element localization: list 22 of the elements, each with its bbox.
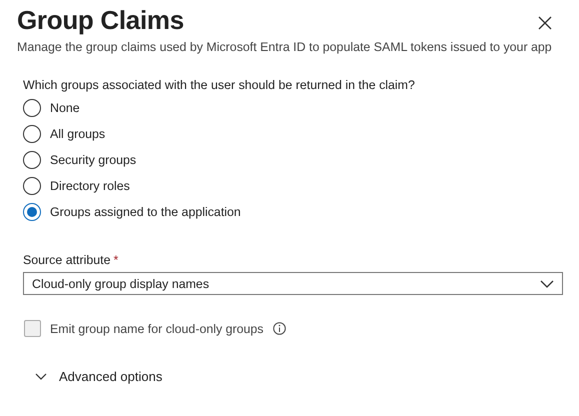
- panel-subtitle: Manage the group claims used by Microsoft Entra ID to populate SAML tokens issued to your app: [17, 40, 552, 54]
- advanced-options-toggle[interactable]: Advanced options: [35, 369, 562, 384]
- radio-button[interactable]: [23, 203, 41, 221]
- field-label: Source attribute: [23, 253, 110, 267]
- radio-label: All groups: [50, 127, 106, 141]
- radio-button[interactable]: [23, 125, 41, 143]
- panel-title: Group Claims: [17, 4, 184, 36]
- checkbox-label: Emit group name for cloud-only groups: [50, 322, 264, 336]
- question-label: Which groups associated with the user should be returned in the claim?: [23, 78, 416, 92]
- radio-label: None: [50, 101, 80, 115]
- required-mark: *: [113, 253, 118, 267]
- source-attribute-dropdown[interactable]: Cloud-only group display names: [23, 272, 563, 295]
- radio-button[interactable]: [23, 151, 41, 169]
- chevron-down-icon: [540, 280, 554, 288]
- info-icon[interactable]: [272, 322, 286, 335]
- close-icon[interactable]: [538, 16, 552, 30]
- radio-button[interactable]: [23, 99, 41, 117]
- radio-button[interactable]: [23, 177, 41, 195]
- radio-label: Security groups: [50, 153, 136, 167]
- radio-label: Groups assigned to the application: [50, 205, 241, 219]
- radio-label: Directory roles: [50, 179, 130, 193]
- chevron-icon: [35, 373, 47, 380]
